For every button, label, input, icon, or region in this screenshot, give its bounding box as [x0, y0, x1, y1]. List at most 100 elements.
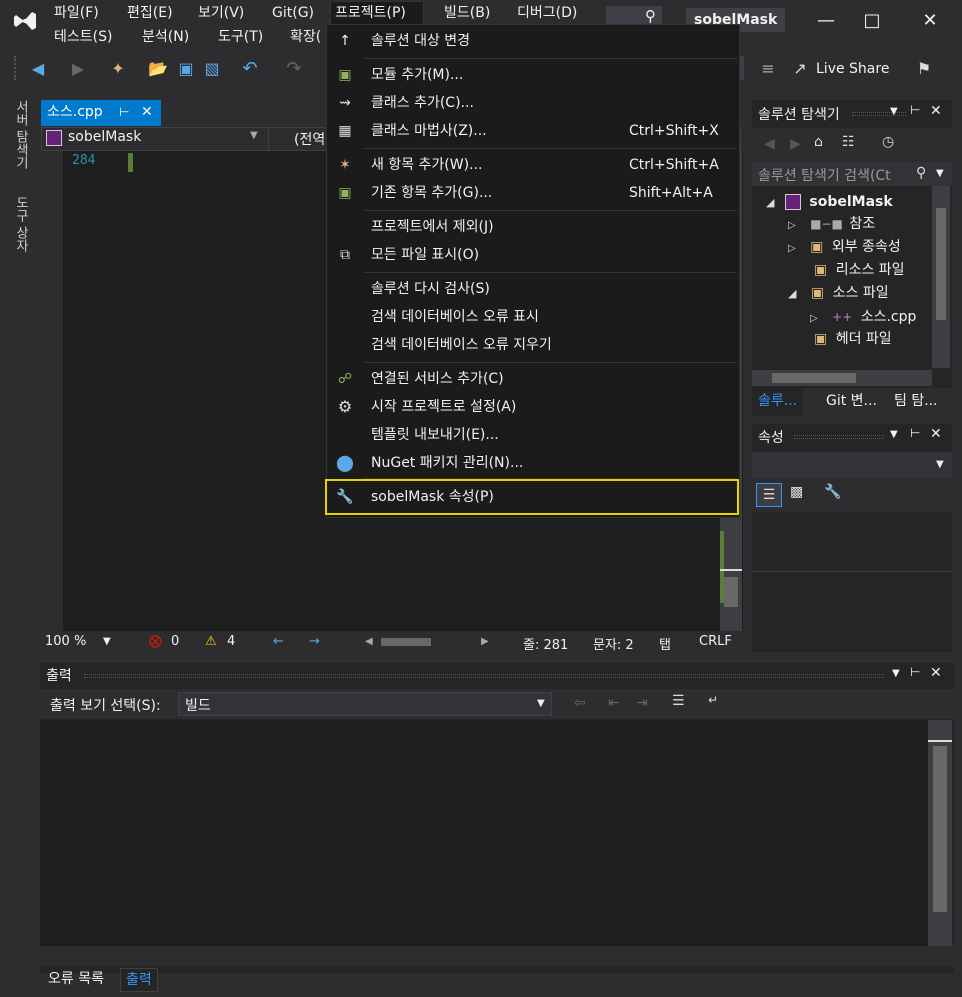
tree-item-source-files[interactable]: ◢ ▣ 소스 파일 [788, 282, 889, 304]
close-panel-icon[interactable]: ✕ [930, 665, 942, 681]
pin-icon[interactable]: ⊢ [910, 665, 920, 679]
visual-studio-logo-icon[interactable] [10, 6, 40, 36]
clear-all-icon[interactable]: ☰ [672, 693, 685, 709]
back-icon[interactable]: ◀ [764, 136, 775, 152]
solution-search-box[interactable]: 솔루션 탐색기 검색(Ct ⚲ ▼ [752, 162, 952, 186]
output-text-area[interactable] [40, 720, 928, 946]
minimize-button[interactable]: — [806, 6, 846, 34]
solution-vertical-scrollbar[interactable] [932, 186, 950, 368]
menu-item-new-item[interactable]: ✶ 새 항목 추가(W)... Ctrl+Shift+A [327, 151, 739, 179]
error-count[interactable]: 0 [171, 634, 179, 649]
redo-icon[interactable]: ↷ [284, 58, 304, 79]
categorized-icon[interactable]: ☰ [756, 483, 782, 507]
menu-item-clear-db-errors[interactable]: 검색 데이터베이스 오류 지우기 [327, 331, 739, 359]
open-folder-icon[interactable]: 📂 [148, 58, 168, 78]
back-icon[interactable]: ◀ [28, 58, 48, 78]
pending-changes-icon[interactable]: ◷ [882, 134, 894, 150]
forward-icon[interactable]: ▶ [68, 58, 88, 78]
undo-icon[interactable]: ↶ [240, 58, 260, 79]
property-pages-icon[interactable]: ▩ [790, 484, 803, 500]
forward-icon[interactable]: ▶ [790, 136, 801, 152]
horizontal-scroll-thumb[interactable] [381, 638, 431, 646]
menu-item-show-all-files[interactable]: ⧉ 모든 파일 표시(O) [327, 241, 739, 269]
menu-item-existing-item[interactable]: ▣ 기존 항목 추가(G)... Shift+Alt+A [327, 179, 739, 207]
menu-edit[interactable]: 편집(E) [123, 2, 177, 24]
line-indicator[interactable]: 줄: 281 [523, 634, 568, 653]
wrench-icon[interactable]: 🔧 [824, 484, 841, 500]
title-grip[interactable] [794, 435, 884, 439]
menu-item-show-db-errors[interactable]: 검색 데이터베이스 오류 표시 [327, 303, 739, 331]
editor-tab-source-cpp[interactable]: 소스.cpp ⊢ ✕ [41, 100, 161, 126]
tab-error-list[interactable]: 오류 목록 [44, 968, 108, 992]
menu-item-add-class[interactable]: ⇝ 클래스 추가(C)... [327, 89, 739, 117]
menu-item-add-module[interactable]: ▣ 모듈 추가(M)... [327, 61, 739, 89]
toolbar-grip[interactable] [14, 56, 20, 80]
menu-item-export-template[interactable]: 템플릿 내보내기(E)... [327, 421, 739, 449]
menu-test[interactable]: 테스트(S) [50, 26, 116, 48]
menu-debug[interactable]: 디버그(D) [513, 2, 581, 24]
chevron-down-icon[interactable]: ▼ [250, 130, 258, 141]
column-indicator[interactable]: 문자: 2 [593, 634, 634, 653]
expanded-arrow-icon[interactable]: ◢ [788, 287, 796, 300]
save-all-icon[interactable]: ▧ [202, 58, 222, 78]
nav-scope-dropdown[interactable]: (전역 [294, 129, 325, 149]
close-tab-icon[interactable]: ✕ [141, 100, 153, 124]
pin-icon[interactable]: ⊢ [910, 426, 920, 440]
switch-views-icon[interactable]: ☷ [842, 134, 855, 150]
tree-item-source-cpp[interactable]: ▷ ++ 소스.cpp [810, 306, 916, 328]
menu-analyze[interactable]: 분석(N) [138, 26, 193, 48]
panel-options-icon[interactable]: ▼ [890, 106, 898, 117]
feedback-icon[interactable]: ⚑ [914, 58, 934, 78]
chevron-down-icon[interactable]: ▼ [537, 698, 545, 709]
toolbox-tab[interactable]: 도구 상자 [8, 196, 30, 260]
home-icon[interactable]: ⌂ [814, 134, 823, 150]
title-grip[interactable] [84, 674, 884, 678]
find-message-in-code-icon[interactable]: ⇦ [574, 695, 586, 711]
solution-horizontal-scrollbar[interactable] [752, 370, 932, 386]
properties-object-dropdown[interactable]: ▼ [752, 452, 952, 478]
menu-project[interactable]: 프로젝트(P) [330, 1, 424, 24]
scroll-right-icon[interactable]: ▶ [481, 636, 489, 647]
output-vertical-scrollbar[interactable] [928, 720, 952, 946]
word-wrap-icon[interactable]: ↵ [708, 693, 718, 707]
output-source-dropdown[interactable]: 빌드 ▼ [178, 692, 552, 716]
menu-item-manage-nuget[interactable]: ⬤ NuGet 패키지 관리(N)... [327, 449, 739, 477]
pin-icon[interactable]: ⊢ [910, 103, 920, 117]
menu-item-retarget-solution[interactable]: ↑ 솔루션 대상 변경 [327, 27, 739, 55]
menu-tools[interactable]: 도구(T) [214, 26, 267, 48]
scroll-left-icon[interactable]: ◀ [365, 636, 373, 647]
collapsed-arrow-icon[interactable]: ▷ [810, 313, 818, 324]
tree-item-resource-files[interactable]: ▣ 리소스 파일 [814, 259, 905, 281]
zoom-dropdown[interactable]: 100 % [45, 634, 86, 649]
menu-item-exclude-from-project[interactable]: 프로젝트에서 제외(J) [327, 213, 739, 241]
tab-indicator[interactable]: 탭 [659, 634, 671, 653]
menu-item-rescan-solution[interactable]: 솔루션 다시 검사(S) [327, 275, 739, 303]
menu-extensions[interactable]: 확장( [286, 26, 325, 48]
nav-project-dropdown[interactable]: sobelMask [68, 129, 141, 145]
menu-item-class-wizard[interactable]: ▦ 클래스 마법사(Z)... Ctrl+Shift+X [327, 117, 739, 145]
menu-file[interactable]: 파일(F) [50, 2, 103, 24]
close-window-button[interactable]: ✕ [910, 6, 950, 34]
close-panel-icon[interactable]: ✕ [930, 426, 942, 442]
menu-view[interactable]: 보기(V) [194, 2, 248, 24]
next-message-icon[interactable]: ⇥ [636, 695, 648, 711]
chevron-down-icon[interactable]: ▼ [103, 636, 111, 647]
maximize-button[interactable]: □ [852, 6, 892, 34]
panel-options-icon[interactable]: ▼ [890, 429, 898, 440]
collapsed-arrow-icon[interactable]: ▷ [788, 243, 796, 254]
chevron-down-icon[interactable]: ▼ [936, 168, 944, 179]
navigate-forward-icon[interactable]: → [309, 634, 320, 649]
output-horizontal-scrollbar[interactable] [40, 946, 954, 966]
live-share-button[interactable]: Live Share [816, 58, 889, 80]
tab-team-explorer[interactable]: 팀 탐... [892, 388, 940, 416]
scrollbar-thumb[interactable] [724, 577, 738, 607]
warning-count[interactable]: 4 [227, 634, 235, 649]
tab-git-changes[interactable]: Git 변... [824, 388, 879, 416]
line-ending-indicator[interactable]: CRLF [699, 634, 732, 649]
pin-icon[interactable]: ⊢ [119, 100, 129, 124]
tree-item-project[interactable]: ◢ sobelMask [766, 191, 893, 213]
scrollbar-thumb[interactable] [772, 373, 856, 383]
menu-build[interactable]: 빌드(B) [440, 2, 494, 24]
tree-item-references[interactable]: ▷ ■−■ 참조 [788, 213, 875, 235]
menu-item-add-connected-service[interactable]: ☍ 연결된 서비스 추가(C) [327, 365, 739, 393]
